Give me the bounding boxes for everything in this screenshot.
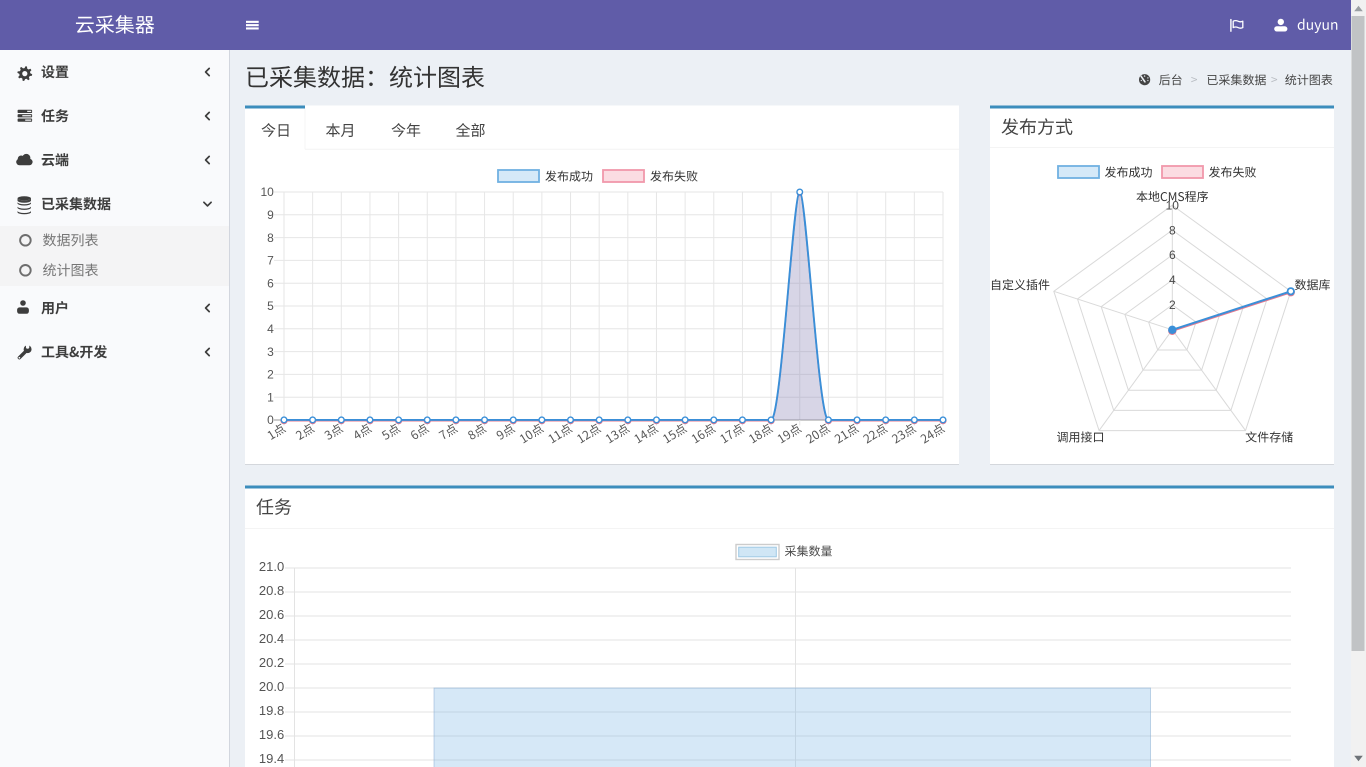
svg-text:3: 3 [267,345,274,359]
svg-text:19.6: 19.6 [259,727,284,742]
svg-text:20.6: 20.6 [259,607,284,622]
svg-text:6: 6 [267,276,274,290]
svg-text:8: 8 [1169,223,1176,237]
svg-text:10: 10 [1166,198,1180,212]
svg-text:4: 4 [1169,273,1176,287]
svg-text:9: 9 [267,208,274,222]
svg-text:1: 1 [267,390,274,404]
svg-text:6: 6 [1169,248,1176,262]
svg-text:4: 4 [267,322,274,336]
svg-text:0: 0 [267,413,274,427]
svg-text:10: 10 [260,185,274,199]
svg-text:2: 2 [267,368,274,382]
svg-text:7: 7 [267,254,274,268]
svg-text:20.0: 20.0 [259,679,284,694]
svg-text:2: 2 [1169,298,1176,312]
svg-text:20.8: 20.8 [259,583,284,598]
svg-text:19.8: 19.8 [259,703,284,718]
svg-text:19.4: 19.4 [259,751,284,766]
svg-text:20.4: 20.4 [259,631,284,646]
svg-text:5: 5 [267,299,274,313]
svg-text:20.2: 20.2 [259,655,284,670]
svg-text:21.0: 21.0 [259,559,284,574]
svg-text:8: 8 [267,231,274,245]
